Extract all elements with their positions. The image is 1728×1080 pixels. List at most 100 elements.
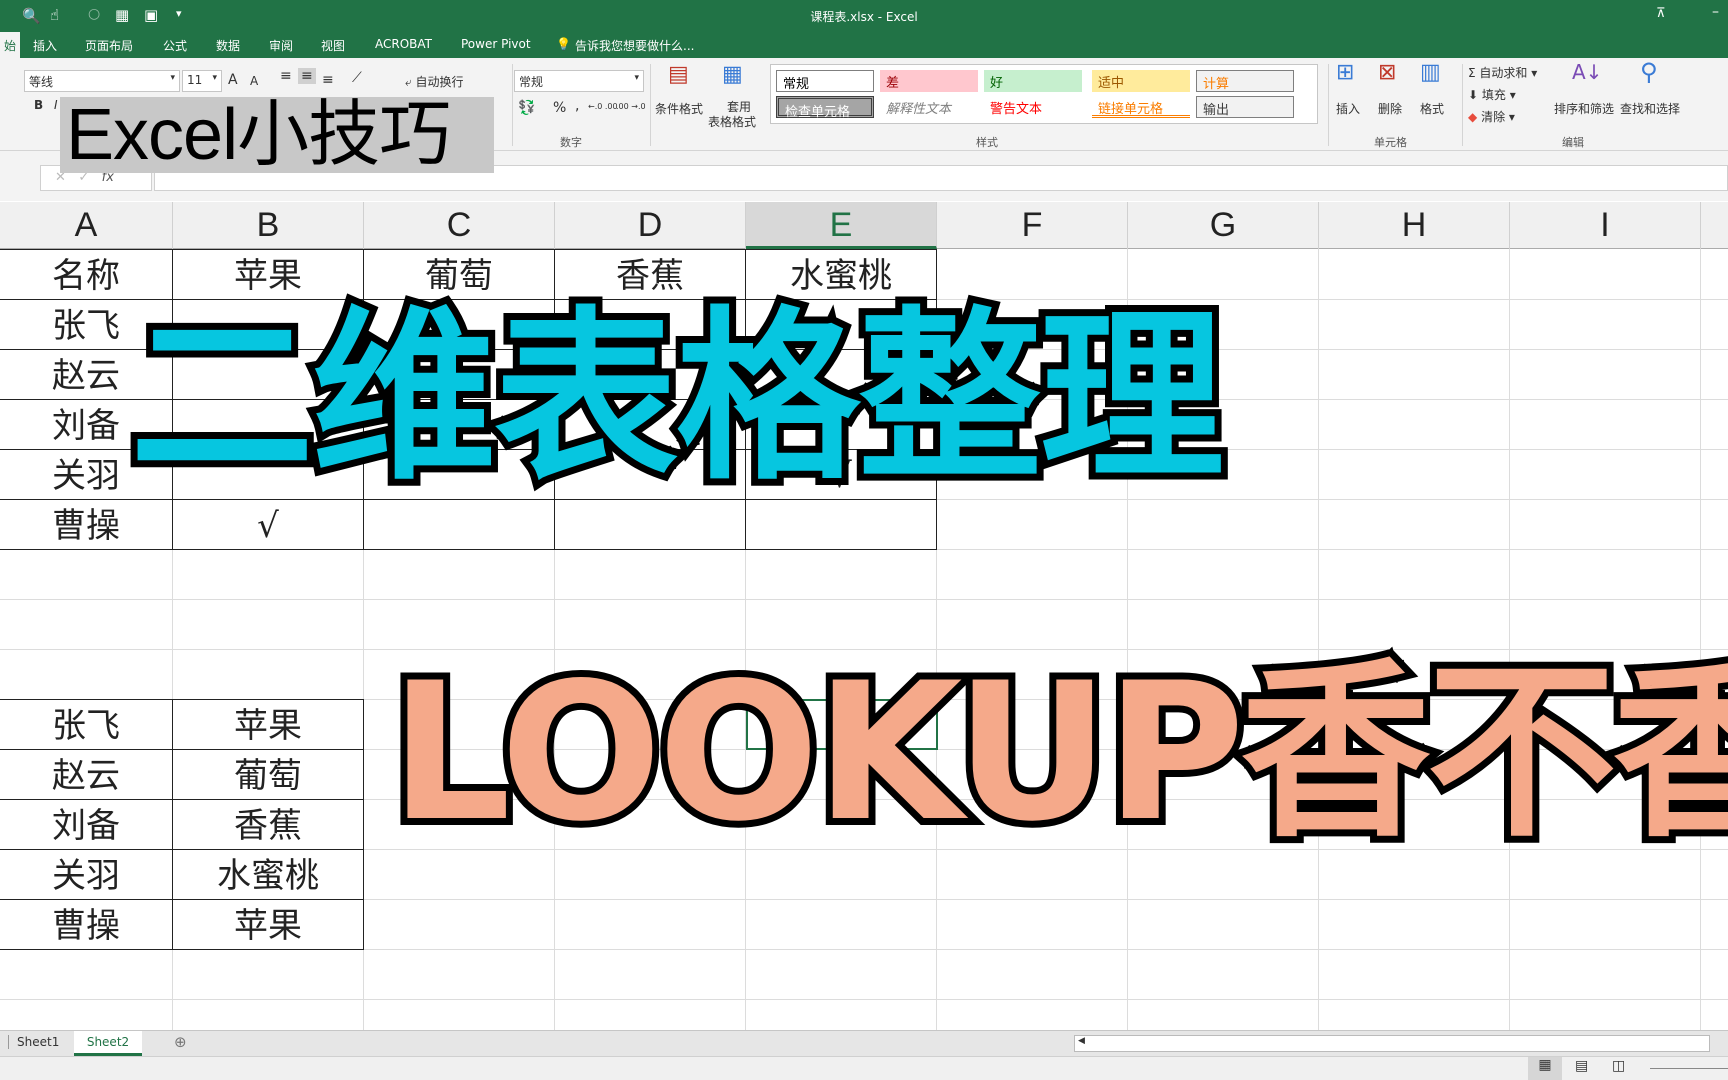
table2-cell[interactable]: 曹操 (0, 899, 173, 950)
font-name-select[interactable]: 等线 ▾ (24, 70, 180, 92)
table2-cell[interactable]: 赵云 (0, 749, 173, 800)
orientation-icon[interactable]: ⟋ (352, 70, 362, 86)
normal-view-icon[interactable]: ▦ (1528, 1057, 1562, 1080)
gridline (0, 999, 1728, 1000)
comma-button[interactable]: , (575, 98, 579, 114)
column-header-d[interactable]: D (555, 202, 746, 249)
currency-icon[interactable]: 💱 (518, 100, 535, 116)
column-header-a[interactable]: A (0, 202, 173, 249)
tell-me-search[interactable]: 告诉我您想要做什么... (575, 37, 694, 54)
tab-view[interactable]: 视图 (321, 37, 345, 54)
tab-power-pivot[interactable]: Power Pivot (461, 37, 531, 51)
sheet-tab-sheet1[interactable]: Sheet1 (8, 1035, 59, 1049)
group-number-label: 数字 (560, 136, 582, 149)
sheet-tab-bar: Sheet1 Sheet2 ⊕ ◀ (0, 1030, 1728, 1056)
find-select-icon: ⚲ (1640, 58, 1658, 86)
conditional-format-button[interactable]: 条件格式 (655, 100, 703, 117)
font-size-value: 11 (187, 73, 203, 87)
format-table-label2[interactable]: 表格格式 (708, 113, 756, 130)
table-format-icon: ▦ (722, 62, 743, 87)
column-header-b[interactable]: B (173, 202, 364, 249)
cell-style-2[interactable]: 好 (984, 70, 1082, 92)
wrap-text-button[interactable]: ⤶ 自动换行 (405, 73, 464, 90)
cell-style-0[interactable]: 常规 (776, 70, 874, 92)
align-top-icon[interactable]: ≡ (280, 68, 292, 84)
wrap-text-label: 自动换行 (415, 75, 464, 89)
italic-button[interactable]: I (54, 98, 58, 112)
tab-review[interactable]: 审阅 (269, 37, 293, 54)
column-header-g[interactable]: G (1128, 202, 1319, 249)
sheet-tab-sheet2[interactable]: Sheet2 (74, 1031, 142, 1056)
zoom-slider[interactable] (1650, 1068, 1728, 1069)
align-bottom-icon[interactable]: ≡ (322, 72, 334, 88)
align-middle-icon[interactable]: ≡ (298, 68, 316, 84)
tab-acrobat[interactable]: ACROBAT (375, 37, 432, 51)
table2-cell[interactable]: 水蜜桃 (172, 849, 364, 900)
font-size-select[interactable]: 11 ▾ (182, 70, 222, 92)
ribbon-tabs: 始 插入 页面布局 公式 数据 审阅 视图 ACROBAT Power Pivo… (0, 32, 1728, 58)
divider (1462, 64, 1463, 146)
title-bar: 🔍 ☝ ○ ▦ ▣ ▾ 课程表.xlsx - Excel ⊼ – (0, 0, 1728, 32)
find-select-button[interactable]: 查找和选择 (1620, 100, 1680, 117)
tab-page-layout[interactable]: 页面布局 (85, 37, 133, 54)
divider (512, 64, 513, 146)
horizontal-scrollbar[interactable]: ◀ (1074, 1035, 1710, 1052)
format-cells-icon: ▥ (1420, 60, 1441, 85)
font-name-value: 等线 (29, 75, 54, 89)
grow-font-button[interactable]: A (228, 72, 238, 88)
window-title: 课程表.xlsx - Excel (810, 10, 918, 24)
autosum-button[interactable]: Σ 自动求和 ▾ (1468, 64, 1537, 81)
column-header-f[interactable]: F (937, 202, 1128, 249)
column-header-i[interactable]: I (1510, 202, 1701, 249)
page-layout-view-icon[interactable]: ▤ (1575, 1058, 1588, 1074)
shrink-font-button[interactable]: A (250, 74, 258, 88)
add-sheet-icon[interactable]: ⊕ (174, 1033, 187, 1051)
sort-filter-button[interactable]: 排序和筛选 (1554, 100, 1614, 117)
cell-style-6[interactable]: 解释性文本 (880, 96, 978, 118)
cell-style-3[interactable]: 适中 (1092, 70, 1190, 92)
number-format-select[interactable]: 常规 ▾ (514, 70, 644, 92)
table2-cell[interactable]: 香蕉 (172, 799, 364, 850)
clear-button[interactable]: ◆ 清除 ▾ (1468, 108, 1515, 125)
percent-button[interactable]: % (553, 100, 566, 116)
group-editing-label: 编辑 (1562, 136, 1584, 149)
cell-style-8[interactable]: 链接单元格 (1092, 96, 1190, 118)
cell-style-9[interactable]: 输出 (1196, 96, 1294, 118)
table2-cell[interactable]: 葡萄 (172, 749, 364, 800)
cell-style-1[interactable]: 差 (880, 70, 978, 92)
table2-cell[interactable]: 张飞 (0, 699, 173, 750)
format-cells-button[interactable]: 格式 (1420, 100, 1444, 117)
tab-formulas[interactable]: 公式 (163, 37, 187, 54)
divider (1328, 64, 1329, 146)
delete-cells-button[interactable]: 删除 (1378, 100, 1402, 117)
minimize-icon[interactable]: – (1712, 4, 1719, 20)
tab-home[interactable]: 始 (0, 32, 21, 58)
fill-button[interactable]: ⬇ 填充 ▾ (1468, 86, 1516, 103)
table2-cell[interactable]: 关羽 (0, 849, 173, 900)
ribbon-display-icon[interactable]: ⊼ (1656, 6, 1666, 21)
bold-button[interactable]: B (34, 98, 43, 112)
conditional-format-icon: ▤ (668, 62, 689, 87)
insert-cells-button[interactable]: 插入 (1336, 100, 1360, 117)
cell-style-7[interactable]: 警告文本 (984, 96, 1082, 118)
column-headers: ABCDEFGHI (0, 202, 1728, 249)
tell-me-icon[interactable]: 💡 (556, 37, 571, 51)
cell-style-5[interactable]: 检查单元格 (776, 96, 874, 120)
page-break-view-icon[interactable]: ◫ (1612, 1058, 1625, 1074)
tab-insert[interactable]: 插入 (33, 37, 57, 54)
table2-cell[interactable]: 刘备 (0, 799, 173, 850)
cell-style-4[interactable]: 计算 (1196, 70, 1294, 92)
tab-data[interactable]: 数据 (216, 37, 240, 54)
table2-cell[interactable]: 苹果 (172, 899, 364, 950)
group-styles-label: 样式 (976, 136, 998, 149)
subheadline-overlay: LOOKUP香不香 (383, 635, 1728, 870)
badge-excel-tips: Excel小技巧 (60, 97, 494, 173)
group-cells-label: 单元格 (1374, 136, 1407, 149)
headline-overlay: 二维表格整理 (123, 284, 1231, 512)
table2-cell[interactable]: 苹果 (172, 699, 364, 750)
decrease-decimal-button[interactable]: .00 →.0 (616, 102, 646, 111)
column-header-h[interactable]: H (1319, 202, 1510, 249)
column-header-c[interactable]: C (364, 202, 555, 249)
column-header-e[interactable]: E (746, 202, 937, 249)
increase-decimal-button[interactable]: ←.0 .00 (588, 102, 618, 111)
